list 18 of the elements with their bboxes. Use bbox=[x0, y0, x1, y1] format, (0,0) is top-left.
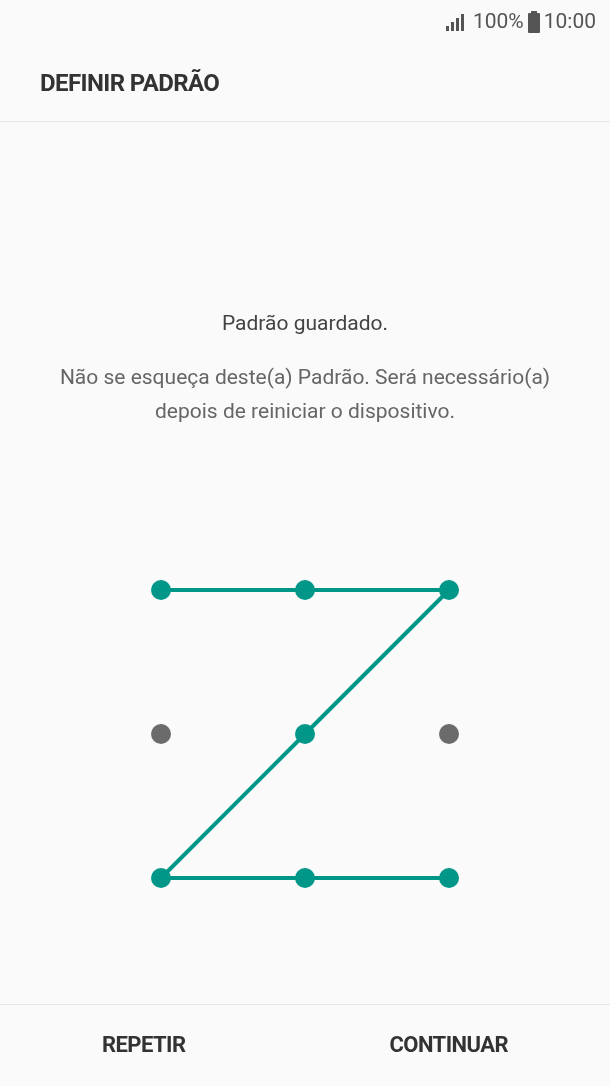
repeat-button[interactable]: REPETIR bbox=[77, 1018, 210, 1071]
pattern-dot[interactable] bbox=[151, 723, 171, 744]
clock: 10:00 bbox=[543, 8, 596, 36]
message-body: Não se esqueça deste(a) Padrão. Será necessário(a) depois de reiniciar o dispositivo. bbox=[58, 363, 552, 425]
signal-icon bbox=[444, 13, 467, 31]
pattern-dot[interactable] bbox=[151, 867, 171, 888]
pattern-dot[interactable] bbox=[295, 579, 315, 600]
pattern-dot[interactable] bbox=[295, 867, 315, 888]
message-title: Padrão guardado. bbox=[221, 310, 389, 337]
pattern-dot[interactable] bbox=[439, 867, 459, 888]
pattern-dot[interactable] bbox=[151, 579, 171, 600]
pattern-dot[interactable] bbox=[439, 579, 459, 600]
battery-percent: 100% bbox=[472, 8, 524, 36]
page-title: DEFINIR PADRÃO bbox=[40, 67, 220, 99]
pattern-dot[interactable] bbox=[295, 723, 315, 744]
continue-button[interactable]: CONTINUAR bbox=[365, 1018, 533, 1071]
pattern-dot[interactable] bbox=[439, 723, 459, 744]
battery-icon bbox=[527, 11, 540, 33]
